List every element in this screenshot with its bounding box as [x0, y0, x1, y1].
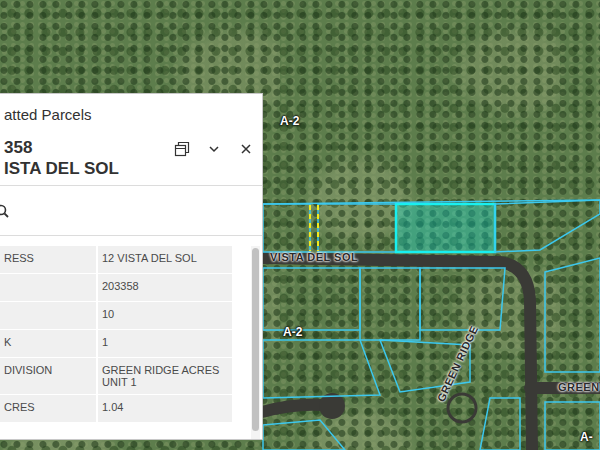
attribute-table: RESS12 VISTA DEL SOL20335810K1DIVISIONGR…: [0, 246, 232, 439]
green-road: [530, 382, 600, 394]
vista-del-sol-road: [262, 258, 532, 450]
zone-label: A-2: [283, 325, 302, 339]
field-value: 1.04: [98, 395, 232, 422]
parcel[interactable]: [545, 402, 600, 450]
cul-de-sac: [448, 394, 476, 422]
parcel[interactable]: [495, 200, 600, 252]
parcel[interactable]: [263, 204, 310, 252]
popup-heading: 358: [4, 137, 174, 158]
field-label: RESS: [0, 246, 98, 273]
parcel-map[interactable]: A-2 VISTA DEL SOL A-2 GREEN RIDGE GREEN A-att…: [0, 0, 600, 450]
close-icon[interactable]: [238, 141, 254, 157]
attribute-row: 203358: [0, 274, 232, 302]
easement-line: [317, 205, 319, 251]
parcel[interactable]: [420, 268, 505, 330]
field-label: CRES: [0, 395, 98, 422]
popup-subheading: ISTA DEL SOL: [4, 158, 174, 179]
field-value: 1: [98, 330, 232, 357]
scrollbar[interactable]: [251, 246, 260, 439]
parcel[interactable]: [480, 398, 520, 450]
parcel[interactable]: [396, 204, 495, 252]
zone-label: A-2: [280, 114, 299, 128]
parcel[interactable]: [263, 268, 360, 330]
attribute-row: CRES1.04: [0, 395, 232, 423]
field-value: GREEN RIDGE ACRES UNIT 1: [98, 358, 232, 394]
attribute-row: DIVISIONGREEN RIDGE ACRES UNIT 1: [0, 358, 232, 395]
popup-title: atted Parcels: [0, 94, 262, 123]
zone-label: A-: [580, 430, 593, 444]
attribute-row: RESS12 VISTA DEL SOL: [0, 246, 232, 274]
attribute-row: 10: [0, 302, 232, 330]
field-value: 12 VISTA DEL SOL: [98, 246, 232, 273]
zoom-to-icon[interactable]: [0, 203, 10, 219]
field-label: K: [0, 330, 98, 357]
collapse-icon[interactable]: [206, 141, 222, 157]
road-label: VISTA DEL SOL: [270, 251, 358, 263]
dock-icon[interactable]: [174, 141, 190, 157]
parcel[interactable]: [318, 204, 396, 252]
field-label: DIVISION: [0, 358, 98, 394]
parcel[interactable]: [263, 420, 345, 450]
parcel[interactable]: [545, 258, 600, 372]
scrollbar-thumb[interactable]: [252, 248, 259, 431]
parcel[interactable]: [263, 340, 380, 398]
easement-line: [309, 205, 311, 251]
parcel-boundary: [263, 200, 600, 204]
field-value: 10: [98, 302, 232, 329]
field-label: [0, 274, 98, 301]
road-label: GREEN RIDGE: [435, 324, 481, 404]
road-label: GREEN: [558, 381, 600, 393]
field-label: [0, 302, 98, 329]
parcel-popup: atted Parcels 358ISTA DEL SOL RESS12 VISTA…: [0, 93, 263, 440]
parcel[interactable]: [360, 268, 420, 340]
field-value: 203358: [98, 274, 232, 301]
attribute-row: K1: [0, 330, 232, 358]
